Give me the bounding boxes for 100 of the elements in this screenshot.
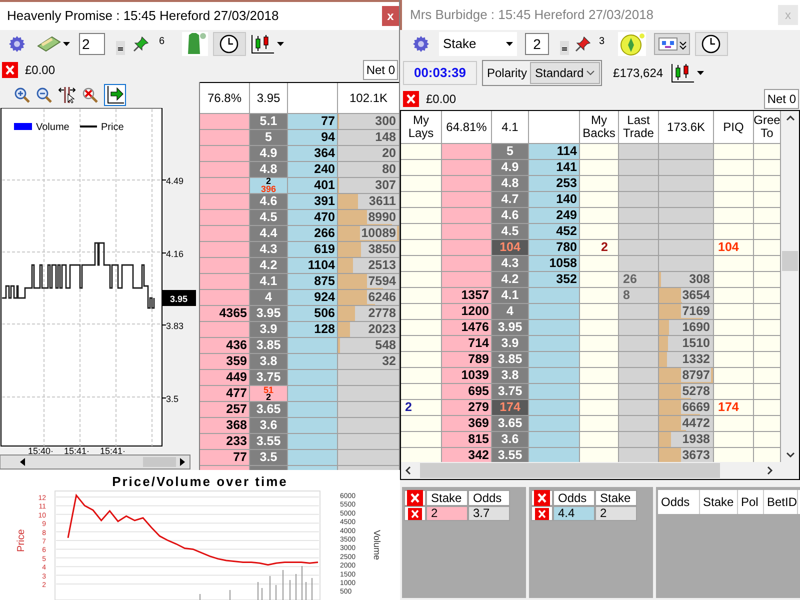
my-backs-cell[interactable] (580, 400, 619, 416)
my-lays-cell[interactable] (401, 304, 442, 320)
close-icon[interactable] (2, 62, 18, 78)
money-button[interactable] (37, 36, 70, 52)
back-cell[interactable]: 94 (288, 130, 338, 146)
my-lays-cell[interactable] (401, 384, 442, 400)
stake-type-dropdown[interactable]: Stake (439, 32, 517, 56)
odds-cell[interactable]: 4.2 (492, 272, 529, 288)
my-backs-cell[interactable] (580, 448, 619, 462)
clock-button[interactable] (694, 32, 728, 56)
odds-cell[interactable]: 3.55 (250, 434, 288, 450)
odds-cell[interactable]: 4.4 (250, 226, 288, 242)
back-cell[interactable]: 780 (529, 240, 580, 256)
back-cell[interactable] (529, 336, 580, 352)
odds-cell[interactable]: 3.85 (250, 338, 288, 354)
lay-cell[interactable] (200, 226, 250, 242)
lay-cell[interactable]: 449 (200, 370, 250, 386)
my-backs-cell[interactable] (580, 208, 619, 224)
my-lays-cell[interactable] (401, 416, 442, 432)
reset-zoom-icon[interactable] (82, 87, 98, 103)
my-backs-cell[interactable] (580, 160, 619, 176)
odds-cell[interactable]: 3.9 (250, 322, 288, 338)
scroll-thumb[interactable] (420, 463, 720, 478)
odds-cell[interactable]: 5 (492, 144, 529, 160)
my-backs-cell[interactable] (580, 320, 619, 336)
odds-cell[interactable]: 3.6 (250, 418, 288, 434)
lay-cell[interactable] (442, 256, 492, 272)
odds-cell[interactable]: 3.85 (492, 352, 529, 368)
lay-cell[interactable]: 279 (442, 400, 492, 416)
odds-cell[interactable]: 3.75 (250, 370, 288, 386)
my-backs-cell[interactable] (580, 368, 619, 384)
back-cell[interactable]: 128 (288, 322, 338, 338)
back-cell[interactable] (288, 434, 338, 450)
back-cell[interactable]: 77 (288, 114, 338, 130)
lay-cell[interactable]: 257 (200, 402, 250, 418)
lay-cell[interactable] (442, 208, 492, 224)
clock-button[interactable] (212, 32, 246, 56)
lay-cell[interactable] (200, 146, 250, 162)
lay-cell[interactable] (442, 160, 492, 176)
odds-cell[interactable]: 3.8 (250, 354, 288, 370)
odds-cell[interactable]: 3.8 (492, 368, 529, 384)
odds-cell[interactable]: 4.3 (250, 242, 288, 258)
candlestick-button[interactable] (671, 63, 704, 83)
odds-cell[interactable]: 3.65 (250, 402, 288, 418)
back-cell[interactable] (529, 416, 580, 432)
odds-cell[interactable]: 4.9 (492, 160, 529, 176)
lay-cell[interactable]: 1039 (442, 368, 492, 384)
back-cell[interactable]: 401 (288, 178, 338, 194)
my-backs-cell[interactable] (580, 272, 619, 288)
scroll-down-icon[interactable] (786, 452, 794, 458)
cancel-all-icon[interactable] (534, 490, 550, 506)
scroll-to-end-icon[interactable] (104, 84, 126, 106)
odds-cell[interactable]: 3.5 (250, 450, 288, 466)
back-cell[interactable]: 875 (288, 274, 338, 290)
my-backs-cell[interactable] (580, 336, 619, 352)
my-lays-cell[interactable] (401, 320, 442, 336)
lay-cell[interactable] (200, 322, 250, 338)
odds-cell[interactable]: 4.5 (492, 224, 529, 240)
my-lays-cell[interactable] (401, 272, 442, 288)
odds-cell[interactable]: 3.6 (492, 432, 529, 448)
odds-cell[interactable]: 4.1 (492, 288, 529, 304)
my-backs-cell[interactable] (580, 288, 619, 304)
lay-cell[interactable]: 342 (442, 448, 492, 462)
lay-cell[interactable] (442, 176, 492, 192)
stake-input[interactable]: 2 (79, 33, 105, 55)
back-cell[interactable]: 452 (529, 224, 580, 240)
scroll-right-icon[interactable] (767, 466, 773, 475)
odds-cell[interactable]: 4 (250, 290, 288, 306)
my-backs-cell[interactable] (580, 384, 619, 400)
vertical-scrollbar[interactable] (781, 111, 799, 462)
lay-cell[interactable]: 233 (200, 434, 250, 450)
odds-cell[interactable]: 4.8 (492, 176, 529, 192)
lay-cell[interactable] (442, 240, 492, 256)
odds-cell[interactable]: 4.1 (250, 274, 288, 290)
lay-cell[interactable]: 436 (200, 338, 250, 354)
my-backs-cell[interactable]: 2 (580, 240, 619, 256)
pin-icon[interactable] (132, 35, 150, 53)
back-cell[interactable] (288, 418, 338, 434)
odds-cell[interactable]: 4.2 (250, 258, 288, 274)
back-cell[interactable]: 619 (288, 242, 338, 258)
spinner-icon[interactable] (560, 41, 569, 55)
settings-icon[interactable] (412, 35, 430, 53)
settings-icon[interactable] (8, 35, 26, 53)
order-cell[interactable]: 51 2 (250, 386, 288, 402)
lay-cell[interactable] (200, 242, 250, 258)
my-backs-cell[interactable] (580, 224, 619, 240)
odds-cell[interactable]: 3.95 (492, 320, 529, 336)
lay-cell[interactable] (200, 162, 250, 178)
lay-cell[interactable] (200, 274, 250, 290)
lay-cell[interactable]: 695 (442, 384, 492, 400)
back-cell[interactable] (288, 450, 338, 466)
my-backs-cell[interactable] (580, 176, 619, 192)
pin-icon[interactable] (574, 35, 592, 53)
candlestick-button[interactable] (250, 34, 284, 54)
odds-cell[interactable]: 5 (250, 130, 288, 146)
odds-cell[interactable]: 3.9 (492, 336, 529, 352)
spinner-icon[interactable] (116, 41, 125, 55)
lay-cell[interactable]: 368 (200, 418, 250, 434)
odds-cell[interactable]: 3.65 (492, 416, 529, 432)
back-cell[interactable] (288, 370, 338, 386)
